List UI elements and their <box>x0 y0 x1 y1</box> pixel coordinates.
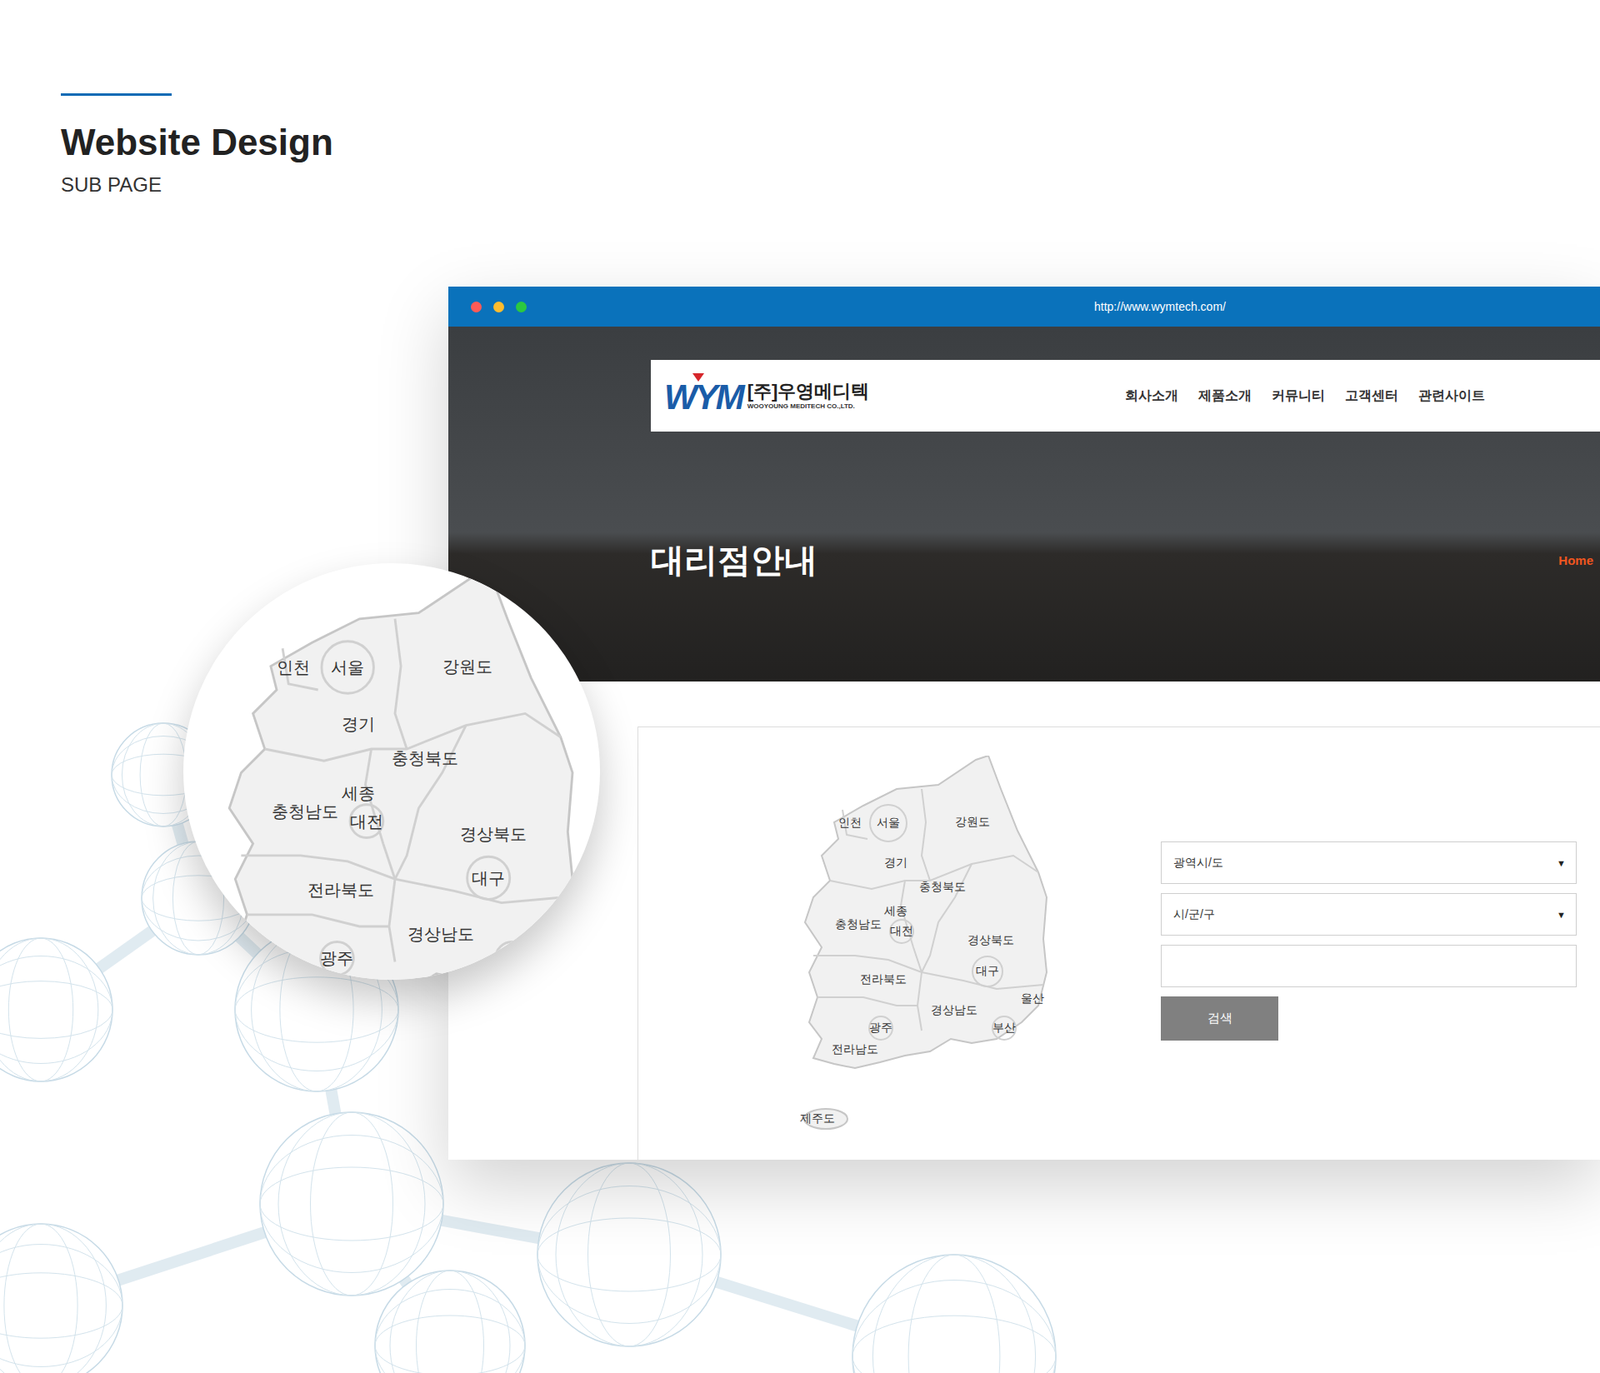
region-label[interactable]: 광주 <box>869 1020 893 1036</box>
region-label[interactable]: 울산 <box>1020 991 1045 1007</box>
dropdown-arrow-icon: ▼ <box>1556 858 1566 869</box>
breadcrumb-home[interactable]: Home <box>1558 553 1594 568</box>
close-dot-icon[interactable] <box>470 301 482 313</box>
zoomed-map-shape <box>217 571 585 980</box>
logo-accent-icon <box>692 373 705 382</box>
nav-item[interactable]: 제품소개 <box>1198 387 1252 405</box>
hero-banner: WYM[주]우영메디텍WOOYOUNG MEDITECH CO.,LTD. 회사소… <box>448 326 1600 682</box>
dropdown-arrow-icon: ▼ <box>1556 910 1566 920</box>
page-title: 대리점안내 <box>650 540 818 580</box>
region-label[interactable]: 전라북도 <box>860 972 907 988</box>
address-url[interactable]: http://www.wymtech.com/ <box>1094 300 1226 314</box>
logo-name: [주]우영메디텍 <box>747 381 870 402</box>
zoomed-region-label: 전라북도 <box>307 878 375 901</box>
region-label[interactable]: 강원도 <box>955 815 990 830</box>
korea-map-shape <box>796 755 1055 1135</box>
content-area: 인천서울강원도경기충청북도세종충청남도대전경상북도대구전라북도울산경상남도부산광… <box>448 681 1600 1160</box>
search-button[interactable]: 검색 <box>1160 996 1279 1041</box>
region-label[interactable]: 충청북도 <box>919 880 966 895</box>
nav-item[interactable]: 커뮤니티 <box>1271 387 1325 405</box>
region-label[interactable]: 제주도 <box>800 1111 835 1127</box>
zoomed-region-label: 경기 <box>341 713 375 736</box>
map-zoom-lens: 인천 서울 강원도경기충청북도세종충청남도 대전경상북도대구전라북도경상남도광주 <box>183 563 600 980</box>
region-label[interactable]: 대구 <box>975 964 1000 980</box>
dealer-search-form: 광역시/도▼ 시/군/구▼ 검색 <box>1160 841 1577 1160</box>
browser-titlebar: http://www.wymtech.com/ <box>448 286 1600 327</box>
wireframe-sphere <box>537 1163 721 1347</box>
wireframe-sphere <box>0 938 113 1082</box>
zoomed-region-label: 충청남도 <box>271 800 339 824</box>
zoomed-region-label: 인천 <box>276 656 310 680</box>
dealer-panel: 인천 서울 강원도경기충청북도세종충청남도 대전경상북도대구전라북도울산경상남도부산 광… <box>637 726 1600 1160</box>
wireframe-sphere <box>260 1112 444 1296</box>
nav-item[interactable]: 회사소개 <box>1125 387 1179 405</box>
minimize-dot-icon[interactable] <box>493 301 505 313</box>
wireframe-sphere <box>852 1255 1056 1373</box>
zoomed-region-label: 대전 <box>350 810 384 833</box>
zoomed-region-label: 세종 <box>341 781 375 805</box>
page: Website Design SUB PAGE http://www.wymtech… <box>0 0 1600 1373</box>
region-label[interactable]: 대전 <box>890 924 914 940</box>
zoomed-region-label: 경상남도 <box>407 922 475 945</box>
zoomed-region-label: 강원도 <box>442 655 493 678</box>
zoomed-region-label: 경상북도 <box>460 823 527 846</box>
logo-mark: WYM <box>664 376 743 415</box>
region-label[interactable]: 경상남도 <box>930 1003 978 1019</box>
zoomed-region-label: 충청북도 <box>391 747 459 770</box>
maximize-dot-icon[interactable] <box>515 301 527 313</box>
keyword-input[interactable] <box>1160 945 1577 988</box>
region-label[interactable]: 부산 <box>992 1020 1016 1036</box>
site-navbar: WYM[주]우영메디텍WOOYOUNG MEDITECH CO.,LTD. 회사소… <box>650 360 1600 432</box>
nav-item[interactable]: 고객센터 <box>1345 387 1399 405</box>
region-select[interactable]: 광역시/도▼ <box>1160 841 1577 885</box>
nav-item[interactable]: 관련사이트 <box>1418 387 1485 405</box>
slide-subtitle: SUB PAGE <box>60 173 1600 197</box>
company-logo[interactable]: WYM[주]우영메디텍WOOYOUNG MEDITECH CO.,LTD. <box>664 376 870 415</box>
korea-map[interactable]: 인천 서울 강원도경기충청북도세종충청남도 대전경상북도대구전라북도울산경상남도부산 광… <box>796 755 1055 1135</box>
region-label[interactable]: 전라남도 <box>831 1042 879 1058</box>
region-label[interactable]: 서울 <box>876 815 900 831</box>
region-label[interactable]: 경기 <box>884 855 908 871</box>
window-controls <box>448 301 527 313</box>
region-label[interactable]: 경상북도 <box>967 933 1015 949</box>
region-label[interactable]: 세종 <box>884 904 908 920</box>
wireframe-sphere <box>0 1224 123 1373</box>
region-label[interactable]: 인천 <box>838 815 862 831</box>
zoomed-region-label: 서울 <box>330 656 365 680</box>
main-nav: 회사소개 제품소개 커뮤니티 고객센터 관련사이트 <box>1125 387 1485 405</box>
browser-window: http://www.wymtech.com/WYM[주]우영메디텍WOOYOU… <box>448 286 1600 1160</box>
region-select[interactable]: 시/군/구▼ <box>1160 893 1577 936</box>
slide-title: Website Design <box>60 120 1600 165</box>
accent-line <box>60 93 172 96</box>
slide-header: Website Design SUB PAGE <box>0 0 1600 197</box>
zoomed-region-label: 광주 <box>320 947 354 970</box>
wireframe-sphere <box>375 1270 525 1373</box>
logo-subtitle: WOOYOUNG MEDITECH CO.,LTD. <box>747 402 870 410</box>
region-label[interactable]: 충청남도 <box>835 917 882 933</box>
zoomed-region-label: 대구 <box>471 866 505 890</box>
